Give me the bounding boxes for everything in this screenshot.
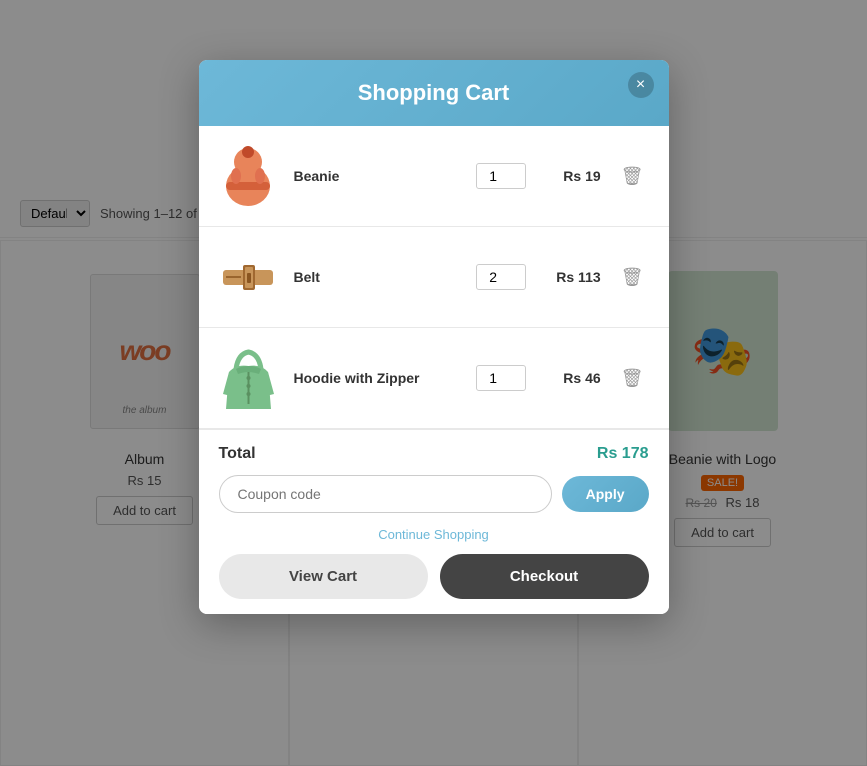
- shopping-cart-modal: Shopping Cart × Beanie: [199, 60, 669, 614]
- action-buttons: View Cart Checkout: [219, 554, 649, 599]
- total-row: Total Rs 178: [219, 445, 649, 463]
- modal-title: Shopping Cart: [358, 80, 510, 105]
- modal-header: Shopping Cart ×: [199, 60, 669, 126]
- coupon-input[interactable]: [219, 475, 552, 513]
- modal-footer: Total Rs 178 Apply Continue Shopping Vie…: [199, 429, 669, 614]
- hoodie-item-name: Hoodie with Zipper: [294, 370, 461, 386]
- coupon-row: Apply: [219, 475, 649, 513]
- belt-item-name: Belt: [294, 269, 461, 285]
- beanie-quantity-input[interactable]: [476, 163, 526, 189]
- hoodie-item-price: Rs 46: [541, 370, 601, 386]
- cart-item-belt: Belt Rs 113 🗑: [199, 227, 669, 328]
- delete-hoodie-button[interactable]: 🗑: [616, 366, 649, 391]
- beanie-item-price: Rs 19: [541, 168, 601, 184]
- modal-body: Beanie Rs 19 🗑 Belt Rs: [199, 126, 669, 429]
- total-label: Total: [219, 445, 256, 463]
- delete-belt-button[interactable]: 🗑: [616, 265, 649, 290]
- modal-overlay: Shopping Cart × Beanie: [0, 0, 867, 766]
- cart-item-hoodie: Hoodie with Zipper Rs 46 🗑: [199, 328, 669, 429]
- hoodie-quantity-input[interactable]: [476, 365, 526, 391]
- checkout-button[interactable]: Checkout: [440, 554, 649, 599]
- view-cart-button[interactable]: View Cart: [219, 554, 428, 599]
- delete-beanie-button[interactable]: 🗑: [616, 164, 649, 189]
- beanie-item-image: [219, 141, 279, 211]
- apply-button[interactable]: Apply: [562, 476, 649, 512]
- close-button[interactable]: ×: [628, 72, 654, 98]
- belt-item-image: [219, 242, 279, 312]
- beanie-item-name: Beanie: [294, 168, 461, 184]
- hoodie-icon: [221, 344, 276, 412]
- hoodie-item-image: [219, 343, 279, 413]
- total-amount: Rs 178: [597, 445, 649, 463]
- belt-icon: [221, 245, 276, 310]
- belt-quantity-input[interactable]: [476, 264, 526, 290]
- cart-item-beanie: Beanie Rs 19 🗑: [199, 126, 669, 227]
- continue-shopping-link[interactable]: Continue Shopping: [219, 527, 649, 542]
- beanie-icon: [221, 144, 276, 209]
- belt-item-price: Rs 113: [541, 269, 601, 285]
